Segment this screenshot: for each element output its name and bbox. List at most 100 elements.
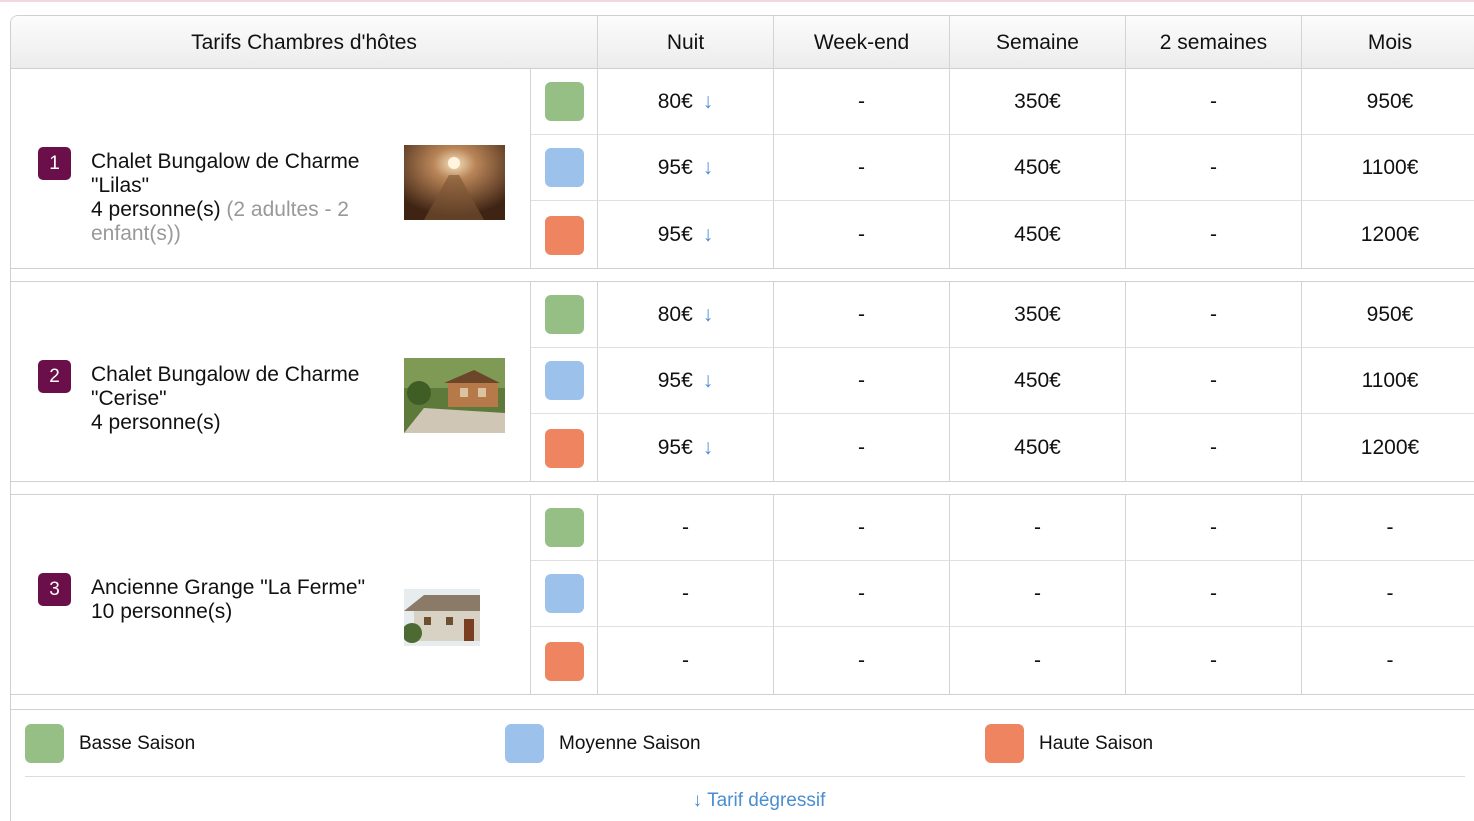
price-value: 95€ xyxy=(657,155,693,179)
degressive-arrow-icon[interactable]: ↓ xyxy=(703,369,714,393)
season-column-2 xyxy=(531,282,598,481)
mid-season-swatch xyxy=(545,361,584,400)
price-cell: 80€ ↓ xyxy=(598,69,774,135)
legend-item-high: Haute Saison xyxy=(985,724,1153,763)
swatch-cell xyxy=(531,627,598,695)
price-cell: 450€ xyxy=(950,201,1126,269)
degressive-arrow-icon[interactable]: ↓ xyxy=(703,90,714,114)
room-number-badge-1: 1 xyxy=(38,147,71,180)
swatch-cell xyxy=(531,282,598,348)
degressive-arrow-icon[interactable]: ↓ xyxy=(703,436,714,460)
price-cell: - xyxy=(774,561,950,627)
room-description-2: Chalet Bungalow de Charme "Cerise" 4 per… xyxy=(91,363,371,435)
row-separator xyxy=(11,269,1474,282)
swatch-cell xyxy=(531,135,598,201)
row-separator xyxy=(11,482,1474,495)
room-name-2[interactable]: Chalet Bungalow de Charme "Cerise" xyxy=(91,363,371,411)
swatch-cell xyxy=(531,495,598,561)
room-capacity-1: 4 personne(s) xyxy=(91,198,221,221)
low-season-swatch xyxy=(545,82,584,121)
room-photo-2[interactable] xyxy=(404,358,505,433)
price-cell: - xyxy=(774,495,950,561)
price-cell: - xyxy=(1126,69,1302,135)
col-header-nuit: Nuit xyxy=(598,16,774,69)
price-cell: 1200€ xyxy=(1360,223,1420,246)
price-cell: 95€ ↓ xyxy=(598,414,774,482)
price-value: 95€ xyxy=(657,368,693,392)
col-header-mois: Mois xyxy=(1367,30,1413,54)
swatch-cell xyxy=(531,201,598,269)
high-season-swatch xyxy=(985,724,1024,763)
swatch-cell xyxy=(531,414,598,482)
swatch-cell xyxy=(531,561,598,627)
room-info-3: 3 Ancienne Grange "La Ferme" 10 personne… xyxy=(11,495,531,694)
degressive-arrow-icon[interactable]: ↓ xyxy=(703,156,714,180)
legend-label-mid: Moyenne Saison xyxy=(559,732,701,754)
rates-table: Tarifs Chambres d'hôtes Nuit Week-end Se… xyxy=(10,15,1474,821)
price-cell: 95€ ↓ xyxy=(598,348,774,414)
room-row-3: 3 Ancienne Grange "La Ferme" 10 personne… xyxy=(11,495,1474,695)
price-cell: - xyxy=(1126,561,1302,627)
legend-item-low: Basse Saison xyxy=(25,724,195,763)
room-description-3: Ancienne Grange "La Ferme" 10 personne(s… xyxy=(91,576,371,624)
room-capacity-3: 10 personne(s) xyxy=(91,600,233,623)
table-header: Tarifs Chambres d'hôtes Nuit Week-end Se… xyxy=(11,16,1474,69)
high-season-swatch xyxy=(545,641,584,681)
legend-item-mid: Moyenne Saison xyxy=(505,724,701,763)
col-header-semaine: Semaine xyxy=(950,16,1126,69)
degressive-arrow-icon[interactable]: ↓ xyxy=(703,303,714,327)
price-cell: - xyxy=(1126,201,1302,269)
price-cell: 450€ xyxy=(950,135,1126,201)
price-cell: - xyxy=(950,495,1126,561)
room-name-1[interactable]: Chalet Bungalow de Charme "Lilas" xyxy=(91,150,371,198)
price-cell: - xyxy=(774,69,950,135)
room-row-2: 2 Chalet Bungalow de Charme "Cerise" 4 p… xyxy=(11,282,1474,482)
price-cell: - xyxy=(1126,135,1302,201)
price-cell: - xyxy=(1126,414,1302,482)
price-cell: - xyxy=(1302,561,1474,627)
top-accent-line xyxy=(0,0,1474,2)
room-name-3[interactable]: Ancienne Grange "La Ferme" xyxy=(91,576,371,600)
col-header-weekend: Week-end xyxy=(774,16,950,69)
high-season-swatch xyxy=(545,428,584,468)
price-cell: - xyxy=(1302,495,1474,561)
price-cell: - xyxy=(598,561,774,627)
price-cell: - xyxy=(1126,348,1302,414)
price-cell: 350€ xyxy=(950,282,1126,348)
swatch-cell xyxy=(531,348,598,414)
price-value: 80€ xyxy=(657,89,693,113)
price-cell: 1200€ xyxy=(1360,436,1420,459)
price-cell: 80€ ↓ xyxy=(598,282,774,348)
room-description-1: Chalet Bungalow de Charme "Lilas" 4 pers… xyxy=(91,150,371,246)
price-cell: 450€ xyxy=(950,414,1126,482)
price-cell: - xyxy=(774,414,950,482)
price-cell: 450€ xyxy=(950,348,1126,414)
price-cell: - xyxy=(774,282,950,348)
price-cell: 950€ xyxy=(1302,69,1474,135)
low-season-swatch xyxy=(545,508,584,547)
price-cell: 1100€ xyxy=(1302,348,1474,414)
room-capacity-2: 4 personne(s) xyxy=(91,411,221,434)
header-title: Tarifs Chambres d'hôtes xyxy=(11,16,598,69)
price-cell: 95€ ↓ xyxy=(598,201,774,269)
season-column-1 xyxy=(531,69,598,268)
mid-season-swatch xyxy=(545,574,584,613)
low-season-swatch xyxy=(545,295,584,334)
price-value: 95€ xyxy=(657,436,693,459)
swatch-cell xyxy=(531,69,598,135)
price-cell: 95€ ↓ xyxy=(598,135,774,201)
low-season-swatch xyxy=(25,724,64,763)
degressive-rate-note: ↓ Tarif dégressif xyxy=(692,790,826,811)
price-cell: - xyxy=(950,561,1126,627)
room-photo-3[interactable] xyxy=(404,589,480,646)
price-cell: 350€ xyxy=(950,69,1126,135)
price-cell: - xyxy=(1126,282,1302,348)
room-photo-1[interactable] xyxy=(404,145,505,220)
degressive-arrow-icon[interactable]: ↓ xyxy=(703,223,714,247)
room-number-badge-3: 3 xyxy=(38,573,71,606)
price-cell: - xyxy=(774,135,950,201)
price-cell: - xyxy=(950,627,1126,695)
room-info-1: 1 Chalet Bungalow de Charme "Lilas" 4 pe… xyxy=(11,69,531,268)
price-cell: - xyxy=(1386,649,1394,672)
room-number-badge-2: 2 xyxy=(38,360,71,393)
